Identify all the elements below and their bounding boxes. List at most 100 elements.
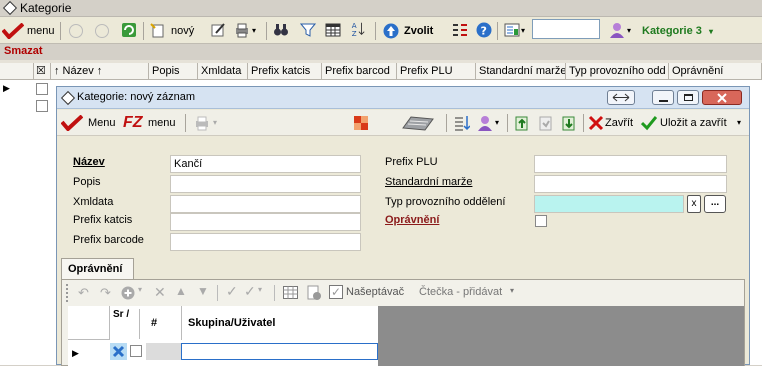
- user-dropdown-icon[interactable]: ▾: [495, 113, 499, 133]
- export-up-icon[interactable]: [514, 115, 530, 131]
- new-button[interactable]: nový: [150, 21, 198, 41]
- close-dialog-button[interactable]: Zavřít: [588, 113, 638, 133]
- column-header-popis[interactable]: Popis: [149, 63, 198, 80]
- record-dialog: Kategorie: nový záznam Menu FZ menu ▾ ▾ …: [56, 86, 750, 366]
- column-header-prefix-plu[interactable]: Prefix PLU: [397, 63, 476, 80]
- row-checkbox[interactable]: [36, 100, 48, 112]
- maximize-icon[interactable]: [677, 90, 699, 105]
- column-header-opravneni[interactable]: Oprávnění: [669, 63, 762, 80]
- table-icon[interactable]: [325, 22, 341, 38]
- edit-icon[interactable]: [210, 22, 226, 38]
- ctecka-dropdown-icon[interactable]: ▾: [510, 286, 514, 295]
- column-header-typ-provozniho[interactable]: Typ provozního odd: [566, 63, 669, 80]
- prefix-barcode-input[interactable]: [170, 233, 361, 251]
- category-selector[interactable]: Kategorie 3 ▾: [642, 21, 722, 41]
- close-icon[interactable]: [702, 90, 742, 105]
- circle-icon[interactable]: [95, 24, 109, 38]
- window-titlebar: Kategorie: [0, 0, 762, 17]
- dialog-menu-button[interactable]: Menu: [61, 113, 117, 133]
- save-and-close-button[interactable]: Uložit a zavřít ▾: [641, 113, 745, 133]
- delete-button[interactable]: Smazat: [4, 45, 43, 57]
- sort-az-icon[interactable]: AZ: [350, 21, 366, 37]
- fz-logo-icon: FZ: [123, 114, 143, 131]
- view-options-dropdown-icon[interactable]: ▾: [521, 21, 525, 41]
- column-header-prefix-barcod[interactable]: Prefix barcod: [322, 63, 397, 80]
- column-header-hash[interactable]: #: [151, 317, 157, 329]
- tab-opravneni[interactable]: Oprávnění: [61, 258, 134, 280]
- menu-button[interactable]: menu: [2, 21, 55, 41]
- separator: [185, 114, 186, 132]
- refresh-icon[interactable]: [121, 22, 137, 38]
- check-icon[interactable]: ✓: [226, 283, 238, 300]
- user-icon[interactable]: [477, 115, 493, 131]
- help-icon[interactable]: ?: [476, 22, 492, 38]
- delete-row-icon[interactable]: [110, 343, 127, 360]
- sort-lines-icon[interactable]: [454, 115, 470, 131]
- opravneni-checkbox[interactable]: [535, 215, 547, 227]
- zvolit-button[interactable]: Zvolit: [383, 21, 441, 41]
- document-disabled-icon[interactable]: [538, 115, 554, 131]
- column-header-prefix-katcis[interactable]: Prefix katcis: [248, 63, 322, 80]
- browse-button[interactable]: ...: [704, 195, 726, 213]
- tab-strip: Oprávnění: [61, 258, 745, 280]
- document-settings-icon[interactable]: [306, 285, 322, 301]
- check-all-icon[interactable]: ✓: [244, 283, 256, 300]
- dialog-toolbar: Menu FZ menu ▾ ▾ Zavřít Uložit a zavřít …: [57, 110, 749, 136]
- ctecka-dropdown[interactable]: Čtečka - přidávat: [419, 286, 502, 298]
- print-dropdown-icon[interactable]: ▾: [252, 21, 256, 41]
- list-settings-icon[interactable]: [452, 22, 468, 38]
- skupina-uzivatel-cell[interactable]: [181, 343, 378, 360]
- fz-menu-button[interactable]: FZ menu: [123, 113, 177, 133]
- view-options-icon[interactable]: [504, 22, 520, 38]
- naseptavac-checkbox[interactable]: ✓: [329, 285, 343, 299]
- separator: [143, 22, 144, 40]
- zvolit-label: Zvolit: [404, 25, 434, 37]
- checkbox-column-header[interactable]: ☒: [34, 63, 51, 80]
- blocks-icon[interactable]: [353, 115, 369, 131]
- export-down-icon[interactable]: [561, 115, 577, 131]
- delete-row-icon[interactable]: ✕: [154, 284, 166, 301]
- filter-icon[interactable]: [300, 22, 316, 38]
- circle-icon[interactable]: [69, 24, 83, 38]
- dialog-logo-icon: [60, 90, 76, 106]
- keyboard-icon[interactable]: [401, 114, 435, 132]
- move-down-icon[interactable]: ▼: [197, 284, 209, 298]
- grid-icon[interactable]: [283, 286, 298, 299]
- row-checkbox[interactable]: [130, 345, 142, 357]
- user-dropdown-icon[interactable]: ▾: [627, 21, 631, 41]
- redo-icon[interactable]: ↷: [100, 285, 111, 301]
- check-dropdown-icon[interactable]: ▾: [258, 285, 262, 294]
- column-header-nazev[interactable]: ↑ Název ↑: [51, 63, 149, 80]
- save-dropdown-icon[interactable]: ▾: [737, 113, 741, 133]
- field-label-prefix-barcode: Prefix barcode: [73, 234, 144, 246]
- prefix-plu-input[interactable]: [534, 155, 727, 173]
- prefix-katcis-input[interactable]: [170, 213, 361, 231]
- field-label-xmldata: Xmldata: [73, 196, 114, 208]
- binoculars-icon[interactable]: [273, 22, 289, 38]
- print-icon[interactable]: [234, 22, 250, 38]
- move-up-icon[interactable]: ▲: [175, 284, 187, 298]
- column-header-xmldata[interactable]: Xmldata: [198, 63, 248, 80]
- print-disabled-icon[interactable]: [194, 115, 210, 131]
- add-icon[interactable]: [121, 286, 135, 300]
- minimize-icon[interactable]: [652, 90, 674, 105]
- popis-input[interactable]: [170, 175, 361, 193]
- column-header-sr[interactable]: Sr /: [110, 309, 140, 339]
- standardni-marze-input[interactable]: [534, 175, 727, 193]
- xmldata-input[interactable]: [170, 195, 361, 213]
- nazev-input[interactable]: Kančí: [170, 155, 361, 173]
- typ-provozniho-oddeleni-input[interactable]: [534, 195, 684, 213]
- separator: [497, 22, 498, 40]
- add-dropdown-icon[interactable]: ▾: [138, 285, 142, 294]
- column-header-standardni-marze[interactable]: Standardní marže: [476, 63, 566, 80]
- svg-text:?: ?: [481, 25, 487, 38]
- restore-arrows-icon[interactable]: [607, 90, 635, 105]
- search-input[interactable]: [532, 19, 600, 39]
- user-icon[interactable]: [609, 22, 625, 38]
- print-dropdown-icon[interactable]: ▾: [213, 113, 217, 133]
- row-checkbox[interactable]: [36, 83, 48, 95]
- clear-button[interactable]: x: [687, 195, 701, 213]
- row-number-cell: [146, 343, 181, 360]
- column-header-skupina-uzivatel[interactable]: Skupina/Uživatel: [181, 306, 378, 340]
- undo-icon[interactable]: ↶: [78, 285, 89, 301]
